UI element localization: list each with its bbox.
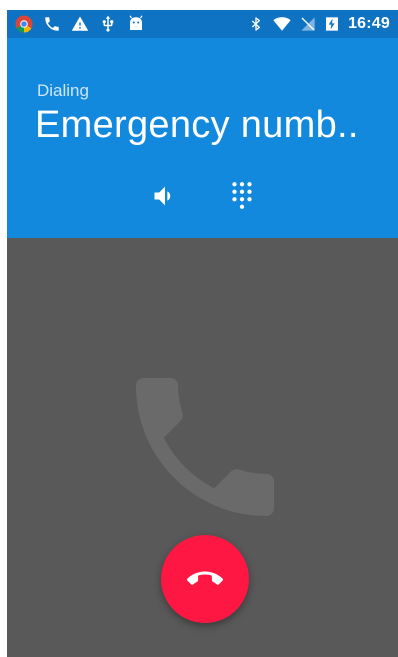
- wifi-icon: [273, 17, 291, 31]
- phone-icon: [136, 378, 274, 516]
- bluetooth-icon: [251, 17, 261, 31]
- phone-icon: [45, 17, 59, 31]
- usb-icon: [102, 15, 114, 32]
- chrome-icon: [15, 15, 33, 33]
- clock: 16:49: [348, 15, 390, 32]
- status-bar: 16:49: [7, 10, 398, 38]
- speaker-icon: [154, 186, 171, 206]
- android-icon: [129, 15, 143, 30]
- dialpad-icon: [232, 182, 252, 209]
- battery-charging-icon: [326, 17, 339, 31]
- dialpad-button[interactable]: [225, 179, 259, 213]
- call-card-header: Dialing Emergency numb..: [7, 38, 398, 238]
- system-icons: 16:49: [240, 14, 390, 34]
- no-signal-icon: [301, 17, 315, 31]
- caller-name: Emergency numb..: [35, 104, 359, 146]
- notification-icons: [15, 14, 155, 34]
- hang-up-icon: [187, 571, 223, 585]
- call-state-label: Dialing: [37, 81, 89, 100]
- in-call-screen: 16:49 Dialing Emergency numb..: [7, 10, 398, 657]
- end-call-button[interactable]: [161, 535, 249, 623]
- warning-icon: [71, 16, 89, 31]
- speaker-button[interactable]: [148, 179, 182, 213]
